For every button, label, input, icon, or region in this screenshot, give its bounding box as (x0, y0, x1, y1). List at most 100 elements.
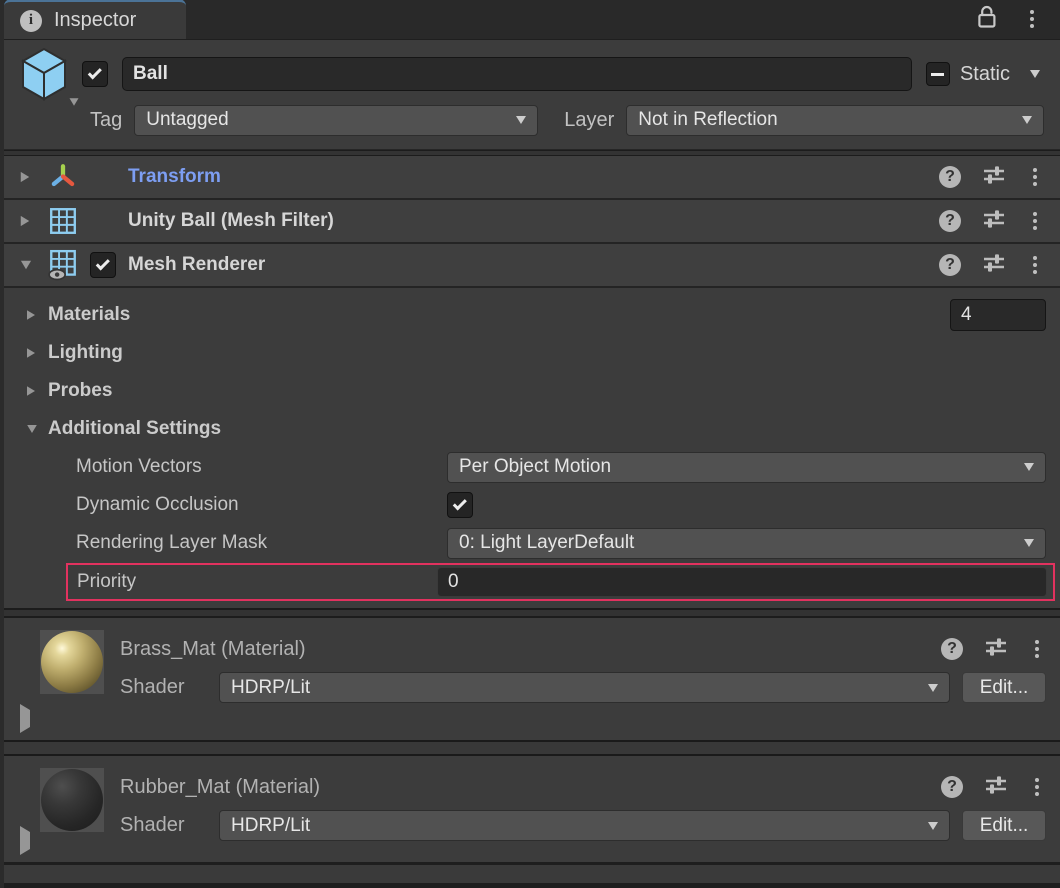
component-title: Transform (128, 166, 221, 188)
chevron-down-icon (928, 822, 938, 830)
help-icon[interactable]: ? (939, 210, 961, 232)
inspector-panel: i Inspector Ball (0, 0, 1060, 888)
gameobject-active-checkbox[interactable] (82, 61, 108, 87)
shader-value: HDRP/Lit (231, 677, 310, 699)
mesh-renderer-icon (48, 249, 90, 281)
layer-dropdown[interactable]: Not in Reflection (626, 105, 1044, 136)
component-header-mesh-renderer[interactable]: Mesh Renderer ? (4, 244, 1060, 288)
motion-vectors-label: Motion Vectors (76, 456, 447, 478)
presets-icon[interactable] (982, 251, 1006, 280)
mesh-renderer-body: Materials 4 Lighting Probes Additional S… (4, 288, 1060, 608)
lighting-label: Lighting (48, 342, 123, 364)
materials-label: Materials (48, 304, 130, 326)
help-icon[interactable]: ? (939, 166, 961, 188)
material-block-rubber: Rubber_Mat (Material) ? Shader (4, 756, 1060, 862)
presets-icon[interactable] (982, 207, 1006, 236)
lighting-foldout[interactable]: Lighting (4, 334, 1060, 372)
dynamic-occlusion-row: Dynamic Occlusion (4, 486, 1060, 524)
materials-count-field[interactable]: 4 (950, 299, 1046, 331)
material-menu-icon[interactable] (1029, 774, 1045, 800)
separator (4, 883, 1060, 888)
component-menu-icon[interactable] (1027, 252, 1043, 278)
transform-icon (48, 162, 90, 192)
rendering-layer-mask-row: Rendering Layer Mask 0: Light LayerDefau… (4, 524, 1060, 562)
tab-inspector[interactable]: i Inspector (4, 0, 186, 39)
shader-label: Shader (120, 676, 204, 699)
check-icon (452, 496, 466, 510)
static-dropdown-icon[interactable] (1030, 70, 1040, 78)
motion-vectors-dropdown[interactable]: Per Object Motion (447, 452, 1046, 483)
foldout-collapsed-icon (27, 348, 35, 358)
brass-sphere-preview (41, 631, 103, 693)
shader-dropdown[interactable]: HDRP/Lit (219, 672, 950, 703)
mixed-state-icon (931, 73, 944, 76)
component-menu-icon[interactable] (1027, 208, 1043, 234)
static-checkbox[interactable] (926, 62, 950, 86)
tag-label: Tag (90, 109, 122, 132)
component-title: Unity Ball (Mesh Filter) (128, 210, 334, 232)
dynamic-occlusion-checkbox[interactable] (447, 492, 473, 518)
foldout-collapsed-icon (27, 386, 35, 396)
material-preview[interactable] (40, 768, 104, 832)
gameobject-header: Ball Static Tag Untagged Layer Not in Re… (4, 40, 1060, 150)
check-icon (95, 256, 109, 270)
gameobject-name-input[interactable]: Ball (122, 57, 912, 91)
panel-menu-icon[interactable] (1024, 6, 1040, 32)
material-title: Rubber_Mat (Material) (120, 776, 320, 799)
material-block-brass: Brass_Mat (Material) ? Shader (4, 618, 1060, 740)
component-header-mesh-filter[interactable]: Unity Ball (Mesh Filter) ? (4, 200, 1060, 244)
foldout-collapsed-icon[interactable] (20, 171, 48, 183)
help-icon[interactable]: ? (941, 638, 963, 660)
cube-icon (20, 47, 68, 101)
rendering-layer-mask-label: Rendering Layer Mask (76, 532, 447, 554)
foldout-collapsed-icon (27, 310, 35, 320)
presets-icon[interactable] (984, 635, 1008, 664)
foldout-expanded-icon (27, 425, 37, 433)
foldout-expanded-icon[interactable] (20, 260, 48, 270)
rubber-sphere-preview (41, 769, 103, 831)
help-icon[interactable]: ? (941, 776, 963, 798)
info-icon: i (20, 10, 42, 32)
shader-edit-button[interactable]: Edit... (962, 672, 1046, 703)
material-foldout-icon[interactable] (20, 710, 30, 728)
probes-foldout[interactable]: Probes (4, 372, 1060, 410)
chevron-down-icon (1022, 116, 1032, 124)
priority-input[interactable]: 0 (437, 567, 1047, 597)
chevron-down-icon (1024, 539, 1034, 547)
materials-foldout[interactable]: Materials 4 (4, 296, 1060, 334)
lock-icon[interactable] (976, 4, 998, 35)
static-label: Static (960, 63, 1010, 86)
gameobject-icon-dropdown-icon[interactable] (70, 98, 79, 106)
tab-title: Inspector (54, 9, 136, 32)
tab-bar: i Inspector (4, 0, 1060, 40)
mesh-filter-icon (48, 206, 90, 236)
shader-dropdown[interactable]: HDRP/Lit (219, 810, 950, 841)
shader-label: Shader (120, 814, 204, 837)
shader-value: HDRP/Lit (231, 815, 310, 837)
check-icon (87, 65, 101, 79)
tag-dropdown[interactable]: Untagged (134, 105, 538, 136)
mesh-renderer-enabled-checkbox[interactable] (90, 252, 116, 278)
foldout-collapsed-icon[interactable] (20, 215, 48, 227)
material-title: Brass_Mat (Material) (120, 638, 306, 661)
additional-settings-foldout[interactable]: Additional Settings (4, 410, 1060, 448)
material-preview[interactable] (40, 630, 104, 694)
gameobject-icon[interactable] (18, 47, 82, 101)
rendering-layer-mask-dropdown[interactable]: 0: Light LayerDefault (447, 528, 1046, 559)
presets-icon[interactable] (982, 163, 1006, 192)
chevron-down-icon (1024, 463, 1034, 471)
layer-label: Layer (564, 109, 614, 132)
shader-edit-button[interactable]: Edit... (962, 810, 1046, 841)
material-menu-icon[interactable] (1029, 636, 1045, 662)
chevron-down-icon (928, 684, 938, 692)
component-menu-icon[interactable] (1027, 164, 1043, 190)
dynamic-occlusion-label: Dynamic Occlusion (76, 494, 447, 516)
material-foldout-icon[interactable] (20, 832, 30, 850)
presets-icon[interactable] (984, 773, 1008, 802)
rendering-layer-mask-value: 0: Light LayerDefault (459, 532, 634, 554)
component-header-transform[interactable]: Transform ? (4, 156, 1060, 200)
separator (4, 608, 1060, 618)
motion-vectors-value: Per Object Motion (459, 456, 611, 478)
help-icon[interactable]: ? (939, 254, 961, 276)
layer-value: Not in Reflection (638, 109, 777, 131)
